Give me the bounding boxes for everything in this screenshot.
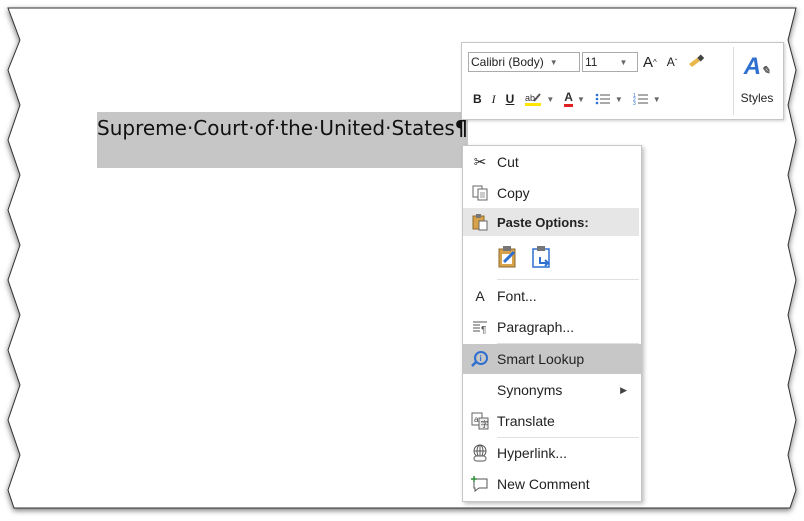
numbering-button[interactable]: 123 ▼ [633, 92, 661, 106]
menu-item-paragraph[interactable]: ¶ Paragraph... [463, 312, 641, 342]
smart-lookup-icon: i [463, 350, 497, 368]
svg-text:i: i [480, 354, 482, 363]
clipboard-icon [463, 213, 497, 231]
hyperlink-icon [463, 444, 497, 462]
chevron-down-icon: ▼ [614, 94, 623, 104]
menu-item-synonyms[interactable]: Synonyms ▶ [463, 375, 641, 405]
document-text: Supreme·Court·of·the·United·States [97, 116, 455, 140]
paste-text-only-button[interactable] [531, 245, 553, 272]
styles-button[interactable]: A✎ Styles [733, 47, 780, 115]
shrink-font-button[interactable]: Aˇ [667, 55, 678, 69]
mini-toolbar: Calibri (Body) ▼ 11 ▼ A ^ Aˇ B I U ab ▼ A… [461, 42, 784, 120]
svg-text:ab: ab [525, 93, 535, 103]
paste-keep-formatting-icon [498, 245, 516, 267]
translate-icon: a字 [463, 412, 497, 430]
paste-keep-formatting-button[interactable] [497, 245, 519, 272]
font-size-combo[interactable]: 11 ▼ [582, 52, 638, 72]
svg-text:¶: ¶ [481, 325, 486, 334]
bullets-icon [595, 93, 610, 105]
menu-item-label: Smart Lookup [497, 351, 585, 367]
paste-text-only-icon [532, 245, 550, 268]
menu-item-hyperlink[interactable]: Hyperlink... [463, 438, 641, 468]
paste-options-label: Paste Options: [497, 214, 589, 230]
mini-toolbar-row-bottom: B I U ab ▼ A ▼ ▼ 123 ▼ [468, 88, 666, 110]
svg-text:a: a [474, 415, 479, 424]
chevron-right-icon: ▶ [620, 384, 627, 395]
menu-item-cut[interactable]: ✂ Cut [463, 147, 641, 177]
format-painter-button[interactable] [687, 54, 705, 70]
font-name-combo[interactable]: Calibri (Body) ▼ [468, 52, 580, 72]
styles-label: Styles [740, 91, 774, 105]
menu-item-smart-lookup[interactable]: i Smart Lookup [463, 344, 641, 374]
chevron-down-icon: ▼ [619, 57, 628, 67]
scissors-icon: ✂ [473, 154, 487, 171]
svg-text:3: 3 [633, 101, 636, 106]
menu-item-label: Copy [497, 185, 530, 201]
font-size-value: 11 [585, 55, 598, 69]
grow-font-button[interactable]: A ^ [643, 54, 657, 71]
chevron-down-icon: ▼ [549, 57, 558, 67]
paragraph-icon: ¶ [463, 320, 497, 334]
paste-options-icons [497, 240, 553, 276]
menu-item-copy[interactable]: Copy [463, 178, 641, 208]
menu-item-new-comment[interactable]: New Comment [463, 469, 641, 499]
menu-item-label: New Comment [497, 476, 590, 492]
styles-icon: A✎ [743, 53, 771, 80]
font-color-button[interactable]: A ▼ [564, 91, 585, 107]
format-painter-icon [689, 54, 705, 67]
menu-separator [497, 279, 639, 280]
paste-options-header: Paste Options: [463, 208, 639, 236]
menu-item-label: Paragraph... [497, 319, 575, 335]
chevron-down-icon: ▼ [576, 94, 585, 104]
numbering-icon: 123 [633, 93, 648, 106]
underline-button[interactable]: U [506, 92, 515, 106]
menu-item-font[interactable]: A Font... [463, 281, 641, 311]
menu-item-translate[interactable]: a字 Translate [463, 406, 641, 436]
menu-item-label: Translate [497, 413, 555, 429]
italic-button[interactable]: I [492, 92, 496, 107]
font-name-value: Calibri (Body) [471, 55, 544, 69]
chevron-down-icon: ▼ [652, 94, 661, 104]
mini-toolbar-row-top: Calibri (Body) ▼ 11 ▼ A ^ Aˇ [468, 51, 710, 73]
highlighter-icon: ab [525, 93, 542, 106]
new-comment-icon [463, 475, 497, 493]
font-color-icon: A [564, 91, 573, 107]
context-menu: ✂ Cut Copy Paste Options: A Font... ¶ Pa… [462, 145, 642, 502]
font-icon: A [475, 288, 485, 304]
bullets-button[interactable]: ▼ [595, 92, 623, 106]
svg-text:字: 字 [481, 419, 489, 429]
menu-item-label: Font... [497, 288, 537, 304]
bold-button[interactable]: B [473, 92, 482, 106]
menu-item-label: Hyperlink... [497, 445, 568, 461]
copy-icon [463, 185, 497, 201]
chevron-down-icon: ▼ [546, 94, 555, 104]
menu-item-label: Cut [497, 154, 519, 170]
selected-document-text[interactable]: Supreme·Court·of·the·United·States¶ [97, 112, 507, 172]
highlight-color-button[interactable]: ab ▼ [524, 91, 554, 107]
